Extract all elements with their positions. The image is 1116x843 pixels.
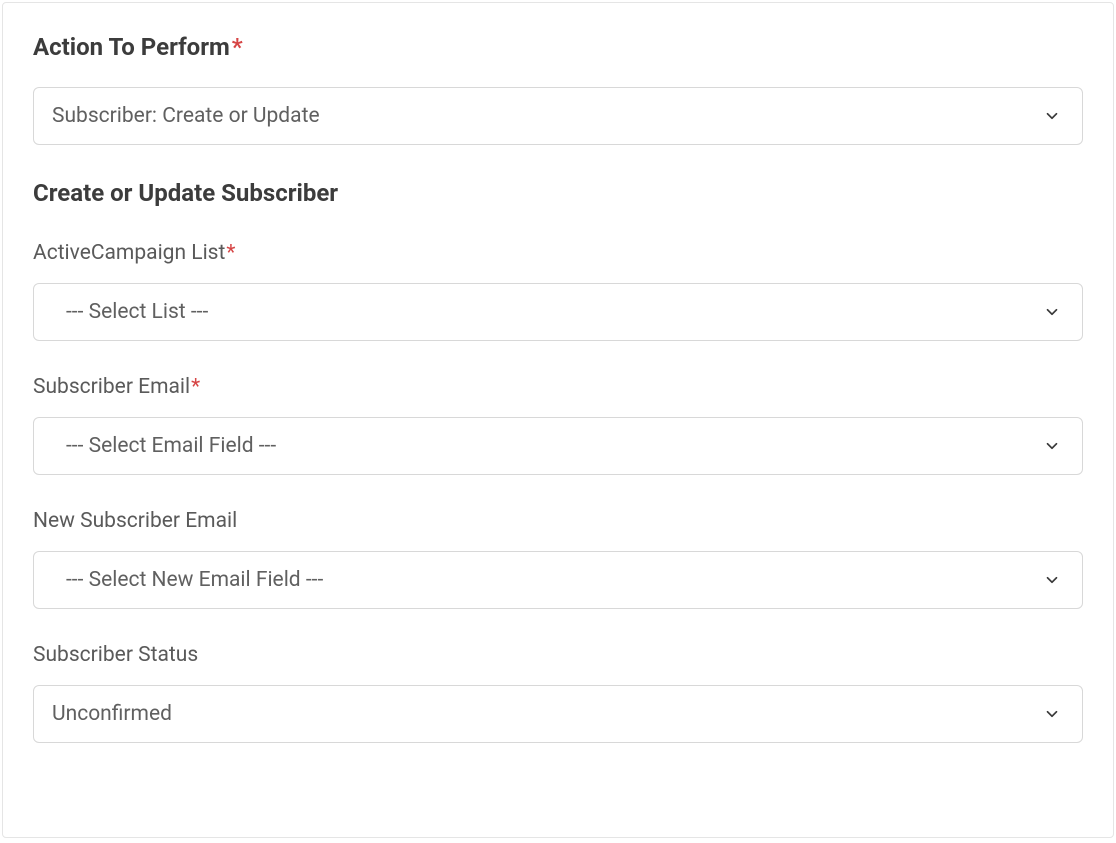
chevron-down-icon: [1042, 302, 1062, 322]
field-new-subscriber-email: New Subscriber Email --- Select New Emai…: [33, 509, 1083, 609]
email-select[interactable]: --- Select Email Field ---: [33, 417, 1083, 475]
section-title: Create or Update Subscriber: [33, 179, 1083, 207]
list-select-value: --- Select List ---: [66, 300, 1032, 324]
chevron-down-icon: [1042, 106, 1062, 126]
field-activecampaign-list: ActiveCampaign List --- Select List ---: [33, 241, 1083, 341]
email-label: Subscriber Email: [33, 375, 1083, 399]
action-to-perform-heading: Action To Perform: [33, 33, 1083, 61]
chevron-down-icon: [1042, 436, 1062, 456]
new-email-select-value: --- Select New Email Field ---: [66, 568, 1032, 592]
field-subscriber-email: Subscriber Email --- Select Email Field …: [33, 375, 1083, 475]
status-label: Subscriber Status: [33, 643, 1083, 667]
new-email-label: New Subscriber Email: [33, 509, 1083, 533]
list-label: ActiveCampaign List: [33, 241, 1083, 265]
status-select[interactable]: Unconfirmed: [33, 685, 1083, 743]
new-email-select[interactable]: --- Select New Email Field ---: [33, 551, 1083, 609]
action-select[interactable]: Subscriber: Create or Update: [33, 87, 1083, 145]
email-select-value: --- Select Email Field ---: [66, 434, 1032, 458]
field-subscriber-status: Subscriber Status Unconfirmed: [33, 643, 1083, 743]
chevron-down-icon: [1042, 570, 1062, 590]
settings-panel: Action To Perform Subscriber: Create or …: [2, 2, 1114, 838]
action-select-value: Subscriber: Create or Update: [52, 104, 1032, 128]
status-select-value: Unconfirmed: [52, 702, 1032, 726]
list-select[interactable]: --- Select List ---: [33, 283, 1083, 341]
chevron-down-icon: [1042, 704, 1062, 724]
